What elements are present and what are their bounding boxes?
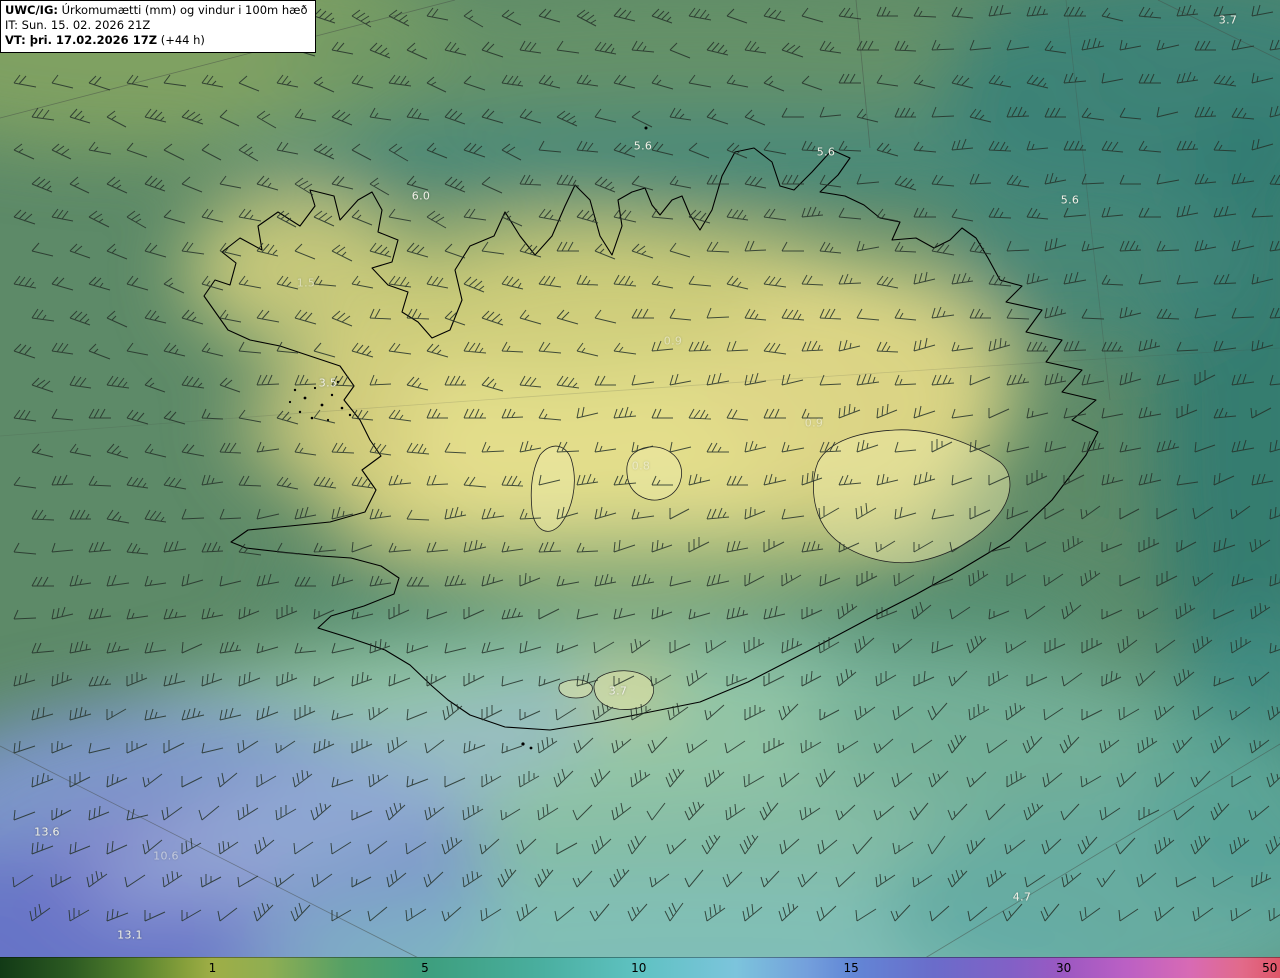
valid-time-text: VT: þri. 17.02.2026 17Z [5,33,158,48]
map-title-text: Úrkomumætti (mm) og vindur i 100m hæð [57,3,308,17]
colorbar-tick: 1 [208,961,217,975]
map-title-line: UWC/IG: Úrkomumætti (mm) og vindur i 100… [5,3,308,18]
map-canvas [0,0,1280,978]
valid-time-offset: (+44 h) [157,33,205,48]
valid-time-line: VT: þri. 17.02.2026 17Z (+44 h) [5,33,308,48]
colorbar-tick: 5 [421,961,429,975]
colorbar: 1 5 10 15 30 50 [0,957,1280,978]
init-time-line: IT: Sun. 15. 02. 2026 21Z [5,18,151,33]
colorbar-tick: 10 [631,961,647,975]
map-title-box: UWC/IG: Úrkomumætti (mm) og vindur i 100… [0,0,316,53]
colorbar-tick: 15 [843,961,859,975]
colorbar-tick: 30 [1056,961,1072,975]
colorbar-tick: 50 [1262,961,1278,975]
weather-map: 3.7 5.6 5.6 6.0 5.6 1.5 0.9 3.5 0.9 0.8 3.7 13.6 10.… [0,0,1280,978]
model-label: UWC/IG: [5,3,58,17]
